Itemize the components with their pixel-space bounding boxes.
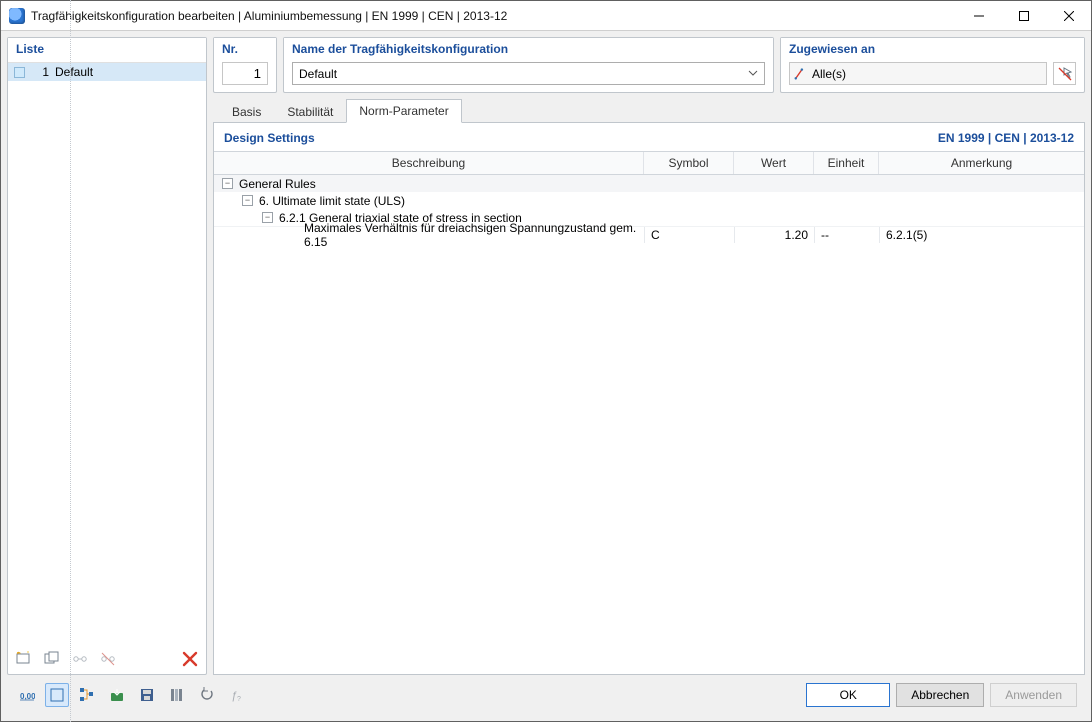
tab-basis[interactable]: Basis: [219, 100, 274, 123]
name-combobox-value: Default: [299, 67, 337, 81]
tree-node-621[interactable]: 6.2.1 General triaxial state of stress i…: [214, 209, 1084, 226]
delete-button[interactable]: [178, 647, 202, 671]
save-button[interactable]: [135, 683, 159, 707]
tab-stability[interactable]: Stabilität: [274, 100, 346, 123]
nr-panel: Nr.: [213, 37, 277, 93]
unlink-button[interactable]: [96, 647, 120, 671]
list-toolbar: [8, 644, 206, 674]
tree-view-button[interactable]: [75, 683, 99, 707]
section-title: Design Settings: [224, 131, 315, 145]
tab-norm-parameter[interactable]: Norm-Parameter: [346, 99, 461, 123]
list-item-label: Default: [55, 65, 93, 79]
list-box[interactable]: 1 Default: [8, 62, 206, 644]
settings-tree[interactable]: General Rules 6. Ultimate limit state (U…: [214, 175, 1084, 674]
param-value[interactable]: 1.20: [734, 227, 814, 243]
swatch-icon: [14, 67, 25, 78]
assigned-value: Alle(s): [812, 67, 846, 81]
copy-button[interactable]: [40, 647, 64, 671]
minimize-button[interactable]: [956, 1, 1001, 31]
members-icon: [794, 67, 808, 81]
pick-in-view-button[interactable]: [1053, 62, 1076, 85]
assigned-label: Zugewiesen an: [781, 38, 1084, 62]
tree-node-label: General Rules: [239, 177, 316, 191]
ok-button[interactable]: OK: [806, 683, 890, 707]
col-symbol: Symbol: [644, 152, 734, 174]
tree-node-label: 6.2.1 General triaxial state of stress i…: [279, 211, 522, 225]
function-button[interactable]: ƒ?: [225, 683, 249, 707]
param-note: 6.2.1(5): [879, 227, 1084, 243]
nr-input[interactable]: [222, 62, 268, 85]
tree-node-general-rules[interactable]: General Rules: [214, 175, 1084, 192]
parameter-row[interactable]: Maximales Verhältnis für dreiachsigen Sp…: [214, 226, 1084, 243]
title-bar: Tragfähigkeitskonfiguration bearbeiten |…: [1, 1, 1091, 31]
settings-panel: Design Settings EN 1999 | CEN | 2013-12 …: [213, 123, 1085, 675]
name-combobox[interactable]: Default: [292, 62, 765, 85]
link-button[interactable]: [68, 647, 92, 671]
assigned-field[interactable]: Alle(s): [789, 62, 1047, 85]
view-toggle-button[interactable]: [45, 683, 69, 707]
param-symbol: C: [644, 227, 734, 243]
collapse-icon[interactable]: [222, 178, 233, 189]
nr-label: Nr.: [214, 38, 276, 62]
chevron-down-icon: [748, 67, 758, 81]
col-value: Wert: [734, 152, 814, 174]
collapse-icon[interactable]: [242, 195, 253, 206]
reset-button[interactable]: [195, 683, 219, 707]
svg-text:?: ?: [237, 696, 241, 703]
library-button[interactable]: [165, 683, 189, 707]
window: Tragfähigkeitskonfiguration bearbeiten |…: [0, 0, 1092, 722]
list-panel: Liste 1 Default: [7, 37, 207, 675]
list-item[interactable]: 1 Default: [8, 63, 206, 81]
list-item-index: 1: [31, 65, 49, 79]
new-button[interactable]: [12, 647, 36, 671]
right-column: Nr. Name der Tragfähigkeitskonfiguration…: [213, 37, 1085, 675]
col-note: Anmerkung: [879, 152, 1084, 174]
client-area: Liste 1 Default: [1, 31, 1091, 721]
units-button[interactable]: 0,00: [15, 683, 39, 707]
param-unit: --: [814, 227, 879, 243]
app-icon: [9, 8, 25, 24]
tree-node-uls[interactable]: 6. Ultimate limit state (ULS): [214, 192, 1084, 209]
grid-header: Beschreibung Symbol Wert Einheit Anmerku…: [214, 151, 1084, 175]
window-title: Tragfähigkeitskonfiguration bearbeiten |…: [31, 9, 956, 23]
assigned-panel: Zugewiesen an Alle(s): [780, 37, 1085, 93]
close-button[interactable]: [1046, 1, 1091, 31]
collapse-icon[interactable]: [262, 212, 273, 223]
apply-button: Anwenden: [990, 683, 1077, 707]
col-description: Beschreibung: [214, 152, 644, 174]
maximize-button[interactable]: [1001, 1, 1046, 31]
tree-node-label: 6. Ultimate limit state (ULS): [259, 194, 405, 208]
list-header: Liste: [8, 38, 206, 62]
name-label: Name der Tragfähigkeitskonfiguration: [284, 38, 773, 62]
name-panel: Name der Tragfähigkeitskonfiguration Def…: [283, 37, 774, 93]
cancel-button[interactable]: Abbrechen: [896, 683, 984, 707]
footer-bar: 0,00: [7, 675, 1085, 715]
tab-bar: Basis Stabilität Norm-Parameter: [213, 99, 1085, 123]
import-button[interactable]: [105, 683, 129, 707]
col-unit: Einheit: [814, 152, 879, 174]
section-norm: EN 1999 | CEN | 2013-12: [938, 131, 1074, 145]
